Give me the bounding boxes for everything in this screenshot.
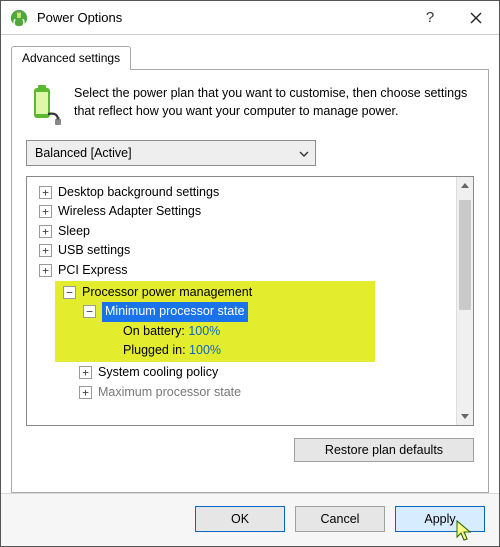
tree-label: System cooling policy [98, 363, 218, 382]
expand-icon[interactable]: + [79, 366, 92, 379]
intro-row: Select the power plan that you want to c… [26, 84, 474, 126]
expand-icon[interactable]: + [39, 244, 52, 257]
collapse-icon[interactable]: − [83, 305, 96, 318]
cancel-button[interactable]: Cancel [295, 506, 385, 532]
tree-node-maximum-processor-state[interactable]: + Maximum processor state [31, 383, 454, 402]
help-button[interactable]: ? [407, 1, 453, 35]
expand-icon[interactable]: + [39, 205, 52, 218]
tree-node-desktop-background[interactable]: + Desktop background settings [31, 183, 454, 202]
tree-label: Desktop background settings [58, 183, 219, 202]
tab-advanced-settings[interactable]: Advanced settings [11, 46, 131, 70]
tree-label: USB settings [58, 241, 130, 260]
tree-node-pci-express[interactable]: + PCI Express [31, 261, 454, 280]
expand-icon[interactable]: + [39, 264, 52, 277]
window-title: Power Options [37, 10, 122, 25]
settings-tree-container: + Desktop background settings + Wireless… [26, 176, 474, 426]
tab-page: Select the power plan that you want to c… [11, 69, 489, 493]
scroll-thumb[interactable] [459, 200, 471, 310]
expand-icon[interactable]: + [39, 225, 52, 238]
tree-node-minimum-processor-state[interactable]: − Minimum processor state [59, 302, 375, 321]
titlebar: Power Options ? [1, 1, 499, 35]
highlighted-region: − Processor power management − Minimum p… [55, 281, 375, 363]
ok-button[interactable]: OK [195, 506, 285, 532]
restore-row: Restore plan defaults [26, 438, 474, 462]
tree-label: Maximum processor state [98, 383, 241, 402]
setting-plugged-in[interactable]: Plugged in: 100% [59, 341, 375, 360]
settings-tree[interactable]: + Desktop background settings + Wireless… [27, 177, 456, 425]
chevron-down-icon [299, 146, 309, 160]
scroll-track[interactable] [457, 194, 473, 408]
intro-text: Select the power plan that you want to c… [74, 84, 474, 126]
battery-plug-icon [26, 84, 62, 126]
setting-label: On battery: [123, 324, 185, 338]
power-options-dialog: Power Options ? Advanced settings [0, 0, 500, 547]
tree-label: Wireless Adapter Settings [58, 202, 201, 221]
scroll-down-arrow[interactable] [457, 408, 474, 425]
close-button[interactable] [453, 1, 499, 35]
power-plan-selected: Balanced [Active] [35, 146, 132, 160]
tree-node-system-cooling-policy[interactable]: + System cooling policy [31, 363, 454, 382]
dialog-footer: OK Cancel Apply [1, 493, 499, 546]
vertical-scrollbar[interactable] [456, 177, 473, 425]
setting-value: 100% [189, 343, 221, 357]
client-area: Advanced settings Select the power plan … [1, 35, 499, 493]
power-plan-dropdown[interactable]: Balanced [Active] [26, 140, 316, 166]
tree-node-processor-power-management[interactable]: − Processor power management [59, 283, 375, 302]
tree-label: Processor power management [82, 283, 252, 302]
collapse-icon[interactable]: − [63, 286, 76, 299]
close-icon [470, 12, 482, 24]
setting-value: 100% [188, 324, 220, 338]
power-options-icon [9, 8, 29, 28]
tree-node-usb-settings[interactable]: + USB settings [31, 241, 454, 260]
tree-label: PCI Express [58, 261, 127, 280]
expand-icon[interactable]: + [39, 186, 52, 199]
expand-icon[interactable]: + [79, 386, 92, 399]
tree-node-wireless-adapter[interactable]: + Wireless Adapter Settings [31, 202, 454, 221]
setting-on-battery[interactable]: On battery: 100% [59, 322, 375, 341]
tab-strip: Advanced settings [11, 43, 489, 69]
restore-plan-defaults-button[interactable]: Restore plan defaults [294, 438, 474, 462]
setting-label: Plugged in: [123, 343, 186, 357]
tree-label-selected: Minimum processor state [102, 302, 248, 321]
scroll-up-arrow[interactable] [457, 177, 474, 194]
tree-label: Sleep [58, 222, 90, 241]
apply-button[interactable]: Apply [395, 506, 485, 532]
tree-node-sleep[interactable]: + Sleep [31, 222, 454, 241]
